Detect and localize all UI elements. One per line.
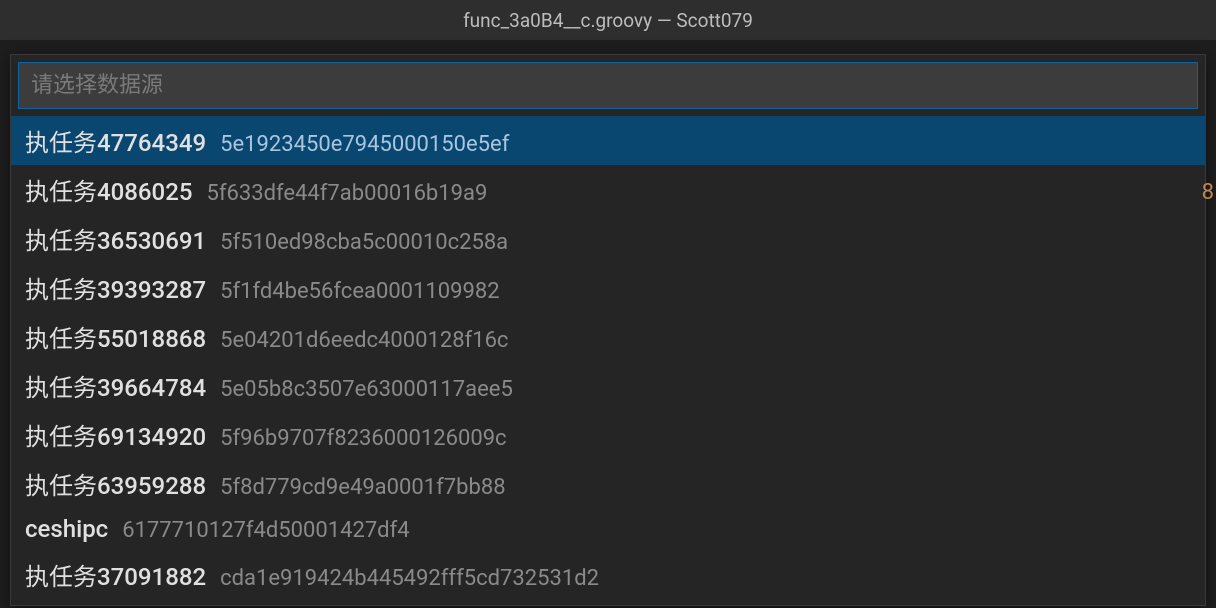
list-item-detail: 5f510ed98cba5c00010c258a	[220, 230, 508, 255]
data-source-search-input[interactable]	[18, 62, 1198, 109]
list-item-detail: 6177710127f4d50001427df4	[122, 518, 409, 543]
list-item-label: 执任务39664784	[25, 368, 206, 403]
list-item-detail: 5e05b8c3507e63000117aee5	[220, 377, 513, 402]
list-item-detail: 5f96b9707f8236000126009c	[220, 426, 506, 451]
list-item-label: 执任务37091882	[25, 557, 206, 592]
list-item-label: 执任务47764349	[25, 123, 206, 158]
list-item[interactable]: 执任务63959288 5f8d779cd9e49a0001f7bb88	[11, 459, 1205, 508]
list-item-detail: 5f1fd4be56fcea0001109982	[220, 279, 499, 304]
list-item-detail: 5e04201d6eedc4000128f16c	[220, 328, 508, 353]
list-item[interactable]: 执任务4086025 5f633dfe44f7ab00016b19a9	[11, 165, 1205, 214]
list-item-detail: 5f633dfe44f7ab00016b19a9	[206, 181, 487, 206]
list-item[interactable]: 执任务69134920 5f96b9707f8236000126009c	[11, 410, 1205, 459]
list-item[interactable]: ceshipc 6177710127f4d50001427df4	[11, 508, 1205, 550]
list-item-detail: 5e1923450e7945000150e5ef	[220, 132, 509, 157]
list-item[interactable]: 执任务39664784 5e05b8c3507e63000117aee5	[11, 361, 1205, 410]
list-item-label: 执任务36530691	[25, 221, 206, 256]
list-item[interactable]: 执任务55018868 5e04201d6eedc4000128f16c	[11, 312, 1205, 361]
data-source-list: 执任务47764349 5e1923450e7945000150e5ef 执任务40…	[11, 116, 1205, 605]
list-item[interactable]: 执任务37091882 cda1e919424b445492fff5cd73253…	[11, 550, 1205, 599]
list-item-label: 执任务39393287	[25, 270, 206, 305]
list-item-detail: 5f8d779cd9e49a0001f7bb88	[220, 475, 505, 500]
list-item-detail: cda1e919424b445492fff5cd732531d2	[220, 566, 599, 591]
window-title-bar: func_3a0B4__c.groovy — Scott079	[0, 0, 1216, 40]
list-item-label: ceshipc	[25, 515, 108, 543]
list-item-label: 执任务4086025	[25, 172, 192, 207]
list-item-label: 执任务55018868	[25, 319, 206, 354]
list-item-label: 执任务63959288	[25, 466, 206, 501]
list-item[interactable]: 执任务36530691 5f510ed98cba5c00010c258a	[11, 214, 1205, 263]
window-title: func_3a0B4__c.groovy — Scott079	[463, 9, 753, 32]
list-item[interactable]: 执任务39393287 5f1fd4be56fcea0001109982	[11, 263, 1205, 312]
quick-pick-panel: 执任务47764349 5e1923450e7945000150e5ef 执任务40…	[10, 54, 1206, 606]
background-editor-fragment: 8	[1202, 180, 1214, 205]
list-item[interactable]: 执任务47764349 5e1923450e7945000150e5ef	[11, 116, 1205, 165]
list-item-label: 执任务69134920	[25, 417, 206, 452]
